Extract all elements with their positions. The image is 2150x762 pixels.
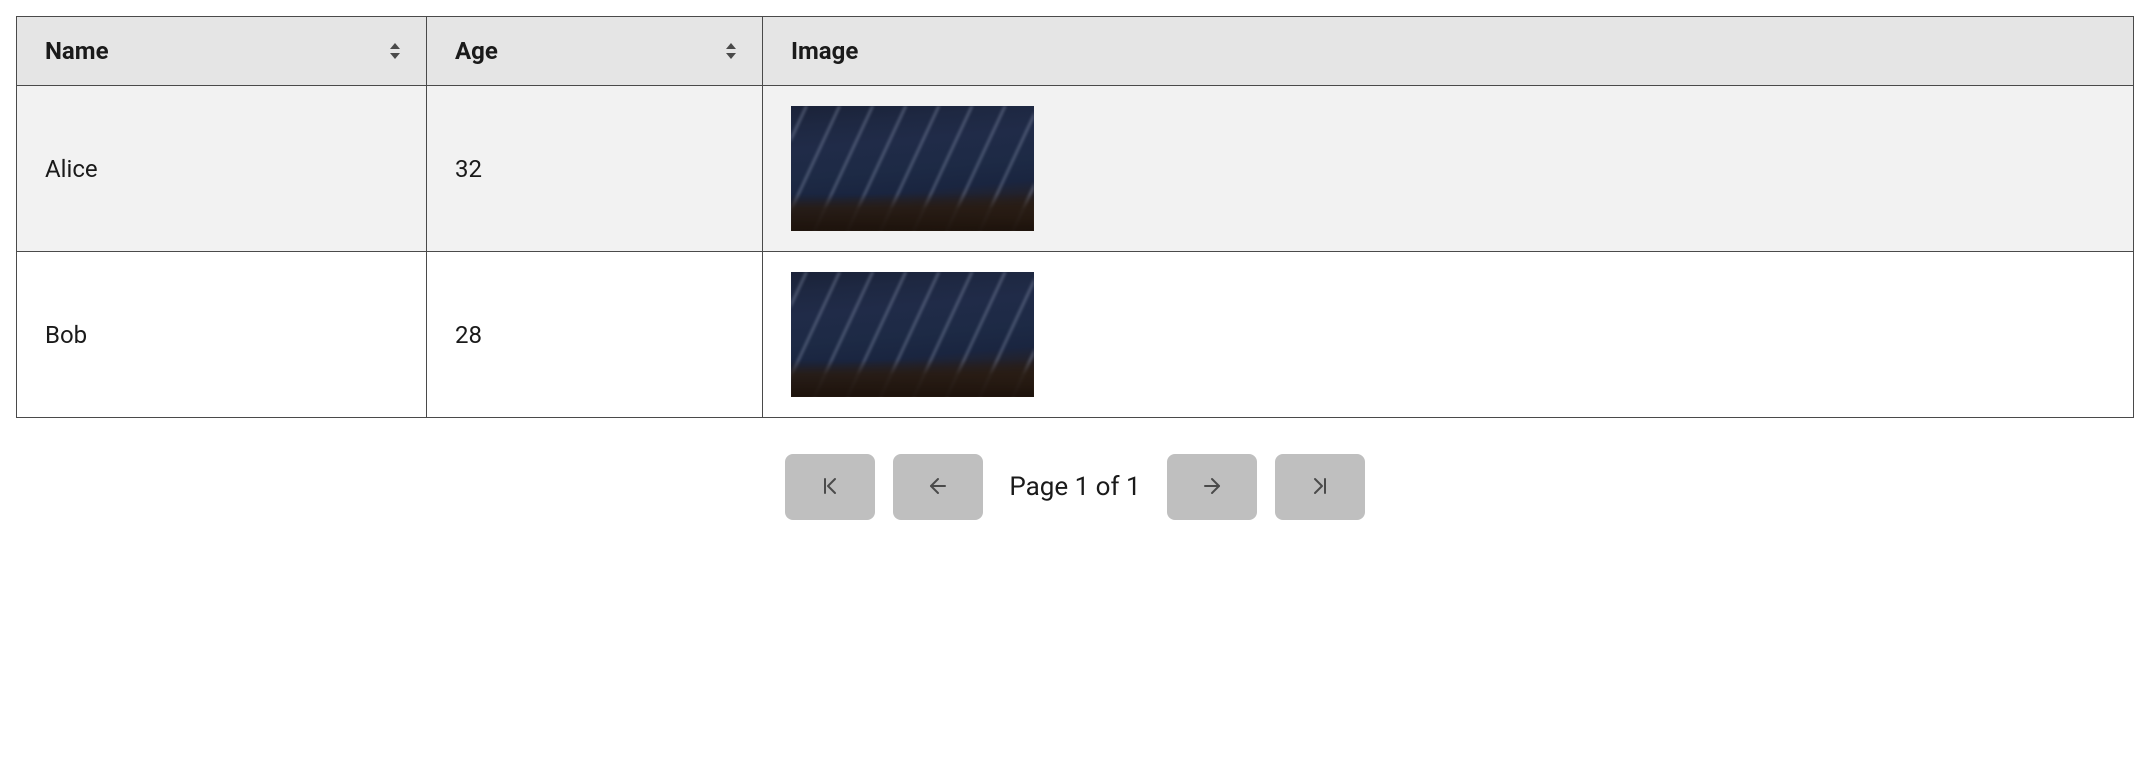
- chevron-first-icon: [818, 474, 842, 501]
- table-row: Bob 28: [17, 252, 2134, 418]
- row-image: [791, 272, 1034, 397]
- pagination-label: Page 1 of 1: [1001, 472, 1148, 502]
- next-page-button[interactable]: [1167, 454, 1257, 520]
- last-page-button[interactable]: [1275, 454, 1365, 520]
- arrow-right-icon: [1200, 474, 1224, 501]
- cell-name: Bob: [17, 252, 427, 418]
- pagination: Page 1 of 1: [16, 454, 2134, 520]
- cell-image: [763, 252, 2134, 418]
- arrow-left-icon: [926, 474, 950, 501]
- first-page-button[interactable]: [785, 454, 875, 520]
- column-header-age-label: Age: [455, 37, 498, 65]
- row-image: [791, 106, 1034, 231]
- data-table: Name Age Image Alice 32: [16, 16, 2134, 418]
- cell-image: [763, 86, 2134, 252]
- column-header-name[interactable]: Name: [17, 17, 427, 86]
- column-header-age[interactable]: Age: [427, 17, 763, 86]
- chevron-last-icon: [1308, 474, 1332, 501]
- column-header-image-label: Image: [791, 37, 858, 65]
- prev-page-button[interactable]: [893, 454, 983, 520]
- column-header-image: Image: [763, 17, 2134, 86]
- cell-age: 28: [427, 252, 763, 418]
- table-row: Alice 32: [17, 86, 2134, 252]
- cell-name: Alice: [17, 86, 427, 252]
- column-header-name-label: Name: [45, 37, 109, 65]
- sort-icon: [724, 42, 738, 60]
- sort-icon: [388, 42, 402, 60]
- cell-age: 32: [427, 86, 763, 252]
